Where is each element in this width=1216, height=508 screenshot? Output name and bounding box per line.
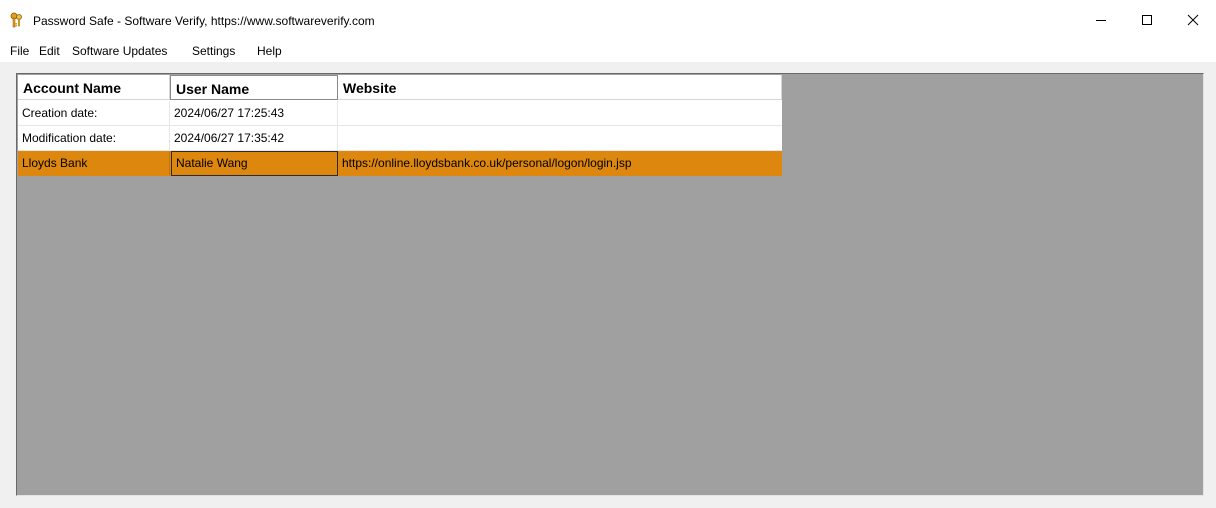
column-header-website[interactable]: Website <box>338 75 782 100</box>
menu-edit[interactable]: Edit <box>39 44 60 58</box>
menu-file[interactable]: File <box>10 44 29 58</box>
menu-settings[interactable]: Settings <box>192 44 235 58</box>
close-icon <box>1187 14 1199 26</box>
cell-website[interactable] <box>338 126 782 150</box>
cell-user-name-focused[interactable]: Natalie Wang <box>171 151 338 176</box>
maximize-button[interactable] <box>1124 0 1170 40</box>
window-title: Password Safe - Software Verify, https:/… <box>33 14 375 28</box>
table-row-selected[interactable]: Lloyds Bank Natalie Wang https://online.… <box>18 151 782 176</box>
cell-website[interactable] <box>338 101 782 125</box>
cell-account-name[interactable]: Modification date: <box>18 126 170 150</box>
grid-header: Account Name User Name Website <box>18 75 782 101</box>
cell-website[interactable]: https://online.lloydsbank.co.uk/personal… <box>338 151 782 175</box>
menu-bar: File Edit Software Updates Settings Help <box>0 40 1216 62</box>
column-header-user-name[interactable]: User Name <box>170 75 338 100</box>
minimize-button[interactable] <box>1078 0 1124 40</box>
keys-icon <box>9 12 23 28</box>
minimize-icon <box>1095 14 1107 26</box>
cell-account-name[interactable]: Creation date: <box>18 101 170 125</box>
cell-account-name[interactable]: Lloyds Bank <box>18 151 170 175</box>
column-header-account-name[interactable]: Account Name <box>18 75 170 100</box>
close-button[interactable] <box>1170 0 1216 40</box>
cell-user-name[interactable]: 2024/06/27 17:35:42 <box>170 126 338 150</box>
table-row[interactable]: Creation date: 2024/06/27 17:25:43 <box>18 101 782 126</box>
menu-help[interactable]: Help <box>257 44 282 58</box>
cell-user-name[interactable]: 2024/06/27 17:25:43 <box>170 101 338 125</box>
account-grid[interactable]: Account Name User Name Website Creation … <box>18 75 782 176</box>
maximize-icon <box>1141 14 1153 26</box>
menu-software-updates[interactable]: Software Updates <box>72 44 167 58</box>
table-row[interactable]: Modification date: 2024/06/27 17:35:42 <box>18 126 782 151</box>
title-bar[interactable]: Password Safe - Software Verify, https:/… <box>0 0 1216 40</box>
